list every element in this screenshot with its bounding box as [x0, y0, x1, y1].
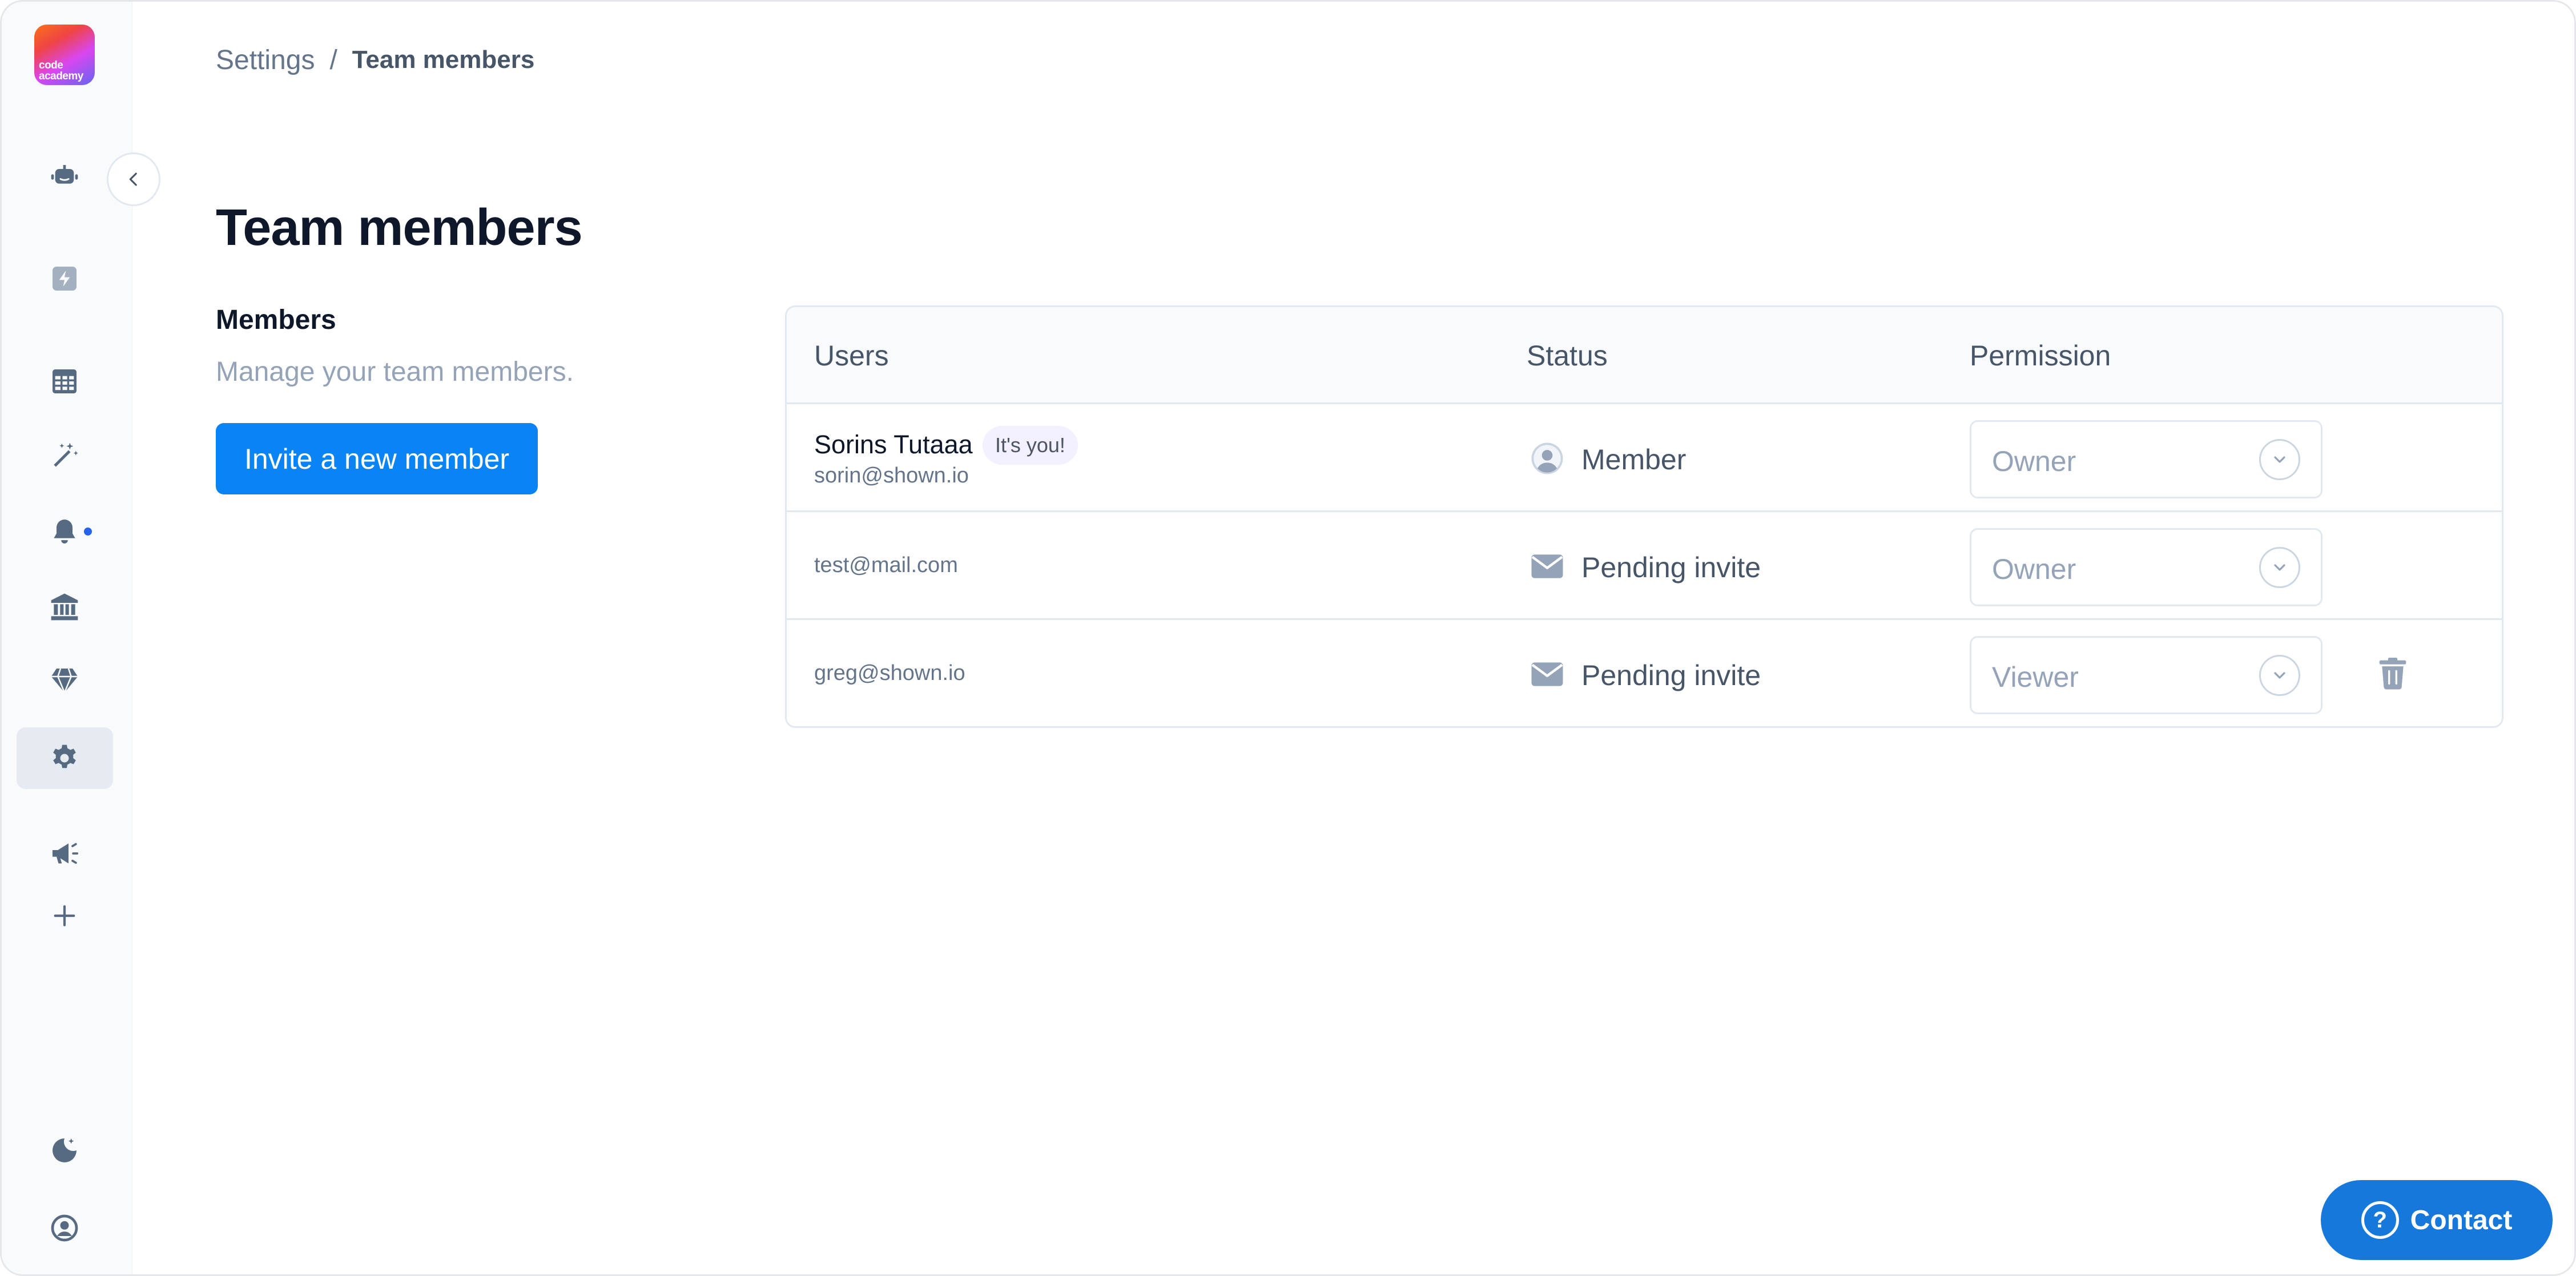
members-description: Manage your team members.	[216, 357, 574, 387]
column-header-permission: Permission	[1970, 340, 2111, 372]
chevron-down-icon	[2259, 655, 2300, 696]
contact-button[interactable]: ? Contact	[2321, 1180, 2553, 1260]
envelope-icon	[1527, 654, 1568, 695]
breadcrumb-settings-link[interactable]: Settings	[216, 45, 315, 76]
magic-wand-icon[interactable]	[47, 438, 82, 474]
user-circle-icon[interactable]	[47, 1210, 82, 1246]
user-email: sorin@shown.io	[814, 464, 969, 488]
bank-icon[interactable]	[47, 589, 82, 625]
page-title: Team members	[216, 199, 583, 256]
permission-select[interactable]: Owner	[1970, 528, 2323, 606]
table-icon[interactable]	[47, 364, 82, 399]
user-circle-icon	[1527, 438, 1568, 479]
delete-member-button[interactable]	[2374, 653, 2412, 694]
app-logo[interactable]: code academy	[34, 25, 95, 85]
user-name: Sorins Tutaaa	[814, 430, 973, 459]
breadcrumb-current: Team members	[352, 46, 535, 74]
contact-label: Contact	[2410, 1205, 2513, 1235]
column-header-users: Users	[814, 340, 889, 372]
permission-select[interactable]: Owner	[1970, 420, 2323, 498]
table-row: test@mail.com Pending invite Owner	[787, 512, 2502, 620]
chevron-left-icon	[129, 172, 137, 186]
logo-text: code academy	[39, 59, 83, 82]
permission-value: Owner	[1992, 553, 2076, 585]
permission-value: Viewer	[1992, 661, 2079, 693]
envelope-icon	[1527, 546, 1568, 587]
table-header: Users Status Permission	[787, 307, 2502, 404]
diamond-icon[interactable]	[47, 663, 82, 698]
notification-dot	[82, 525, 94, 538]
trash-icon	[2379, 658, 2406, 690]
bell-icon[interactable]	[47, 514, 82, 549]
gear-icon[interactable]	[47, 740, 82, 776]
user-email: greg@shown.io	[814, 661, 965, 685]
table-row: Sorins Tutaaa It's you! sorin@shown.io M…	[787, 404, 2502, 512]
collapse-sidebar-button[interactable]	[107, 152, 160, 206]
status-text: Pending invite	[1581, 552, 1761, 583]
column-header-status: Status	[1527, 340, 1608, 372]
lightning-icon[interactable]	[47, 261, 82, 296]
plus-icon[interactable]	[47, 898, 82, 933]
permission-value: Owner	[1992, 445, 2076, 477]
user-email: test@mail.com	[814, 553, 958, 577]
invite-member-button[interactable]: Invite a new member	[216, 423, 538, 494]
status-text: Pending invite	[1581, 659, 1761, 691]
table-row: greg@shown.io Pending invite Viewer	[787, 620, 2502, 726]
chevron-down-icon	[2259, 547, 2300, 588]
permission-select[interactable]: Viewer	[1970, 636, 2323, 714]
megaphone-icon[interactable]	[47, 836, 82, 872]
breadcrumb: Settings / Team members	[216, 42, 534, 78]
breadcrumb-separator: /	[329, 45, 337, 75]
robot-icon[interactable]	[47, 159, 82, 195]
members-heading: Members	[216, 305, 336, 335]
status-text: Member	[1581, 444, 1687, 476]
chevron-down-icon	[2259, 439, 2300, 480]
moon-icon[interactable]	[47, 1133, 82, 1168]
app-window: code academy Settings / Team members Tea…	[0, 0, 2576, 1276]
members-table: Users Status Permission Sorins Tutaaa It…	[785, 305, 2503, 728]
help-icon: ?	[2361, 1201, 2399, 1239]
current-user-badge: It's you!	[983, 426, 1078, 465]
